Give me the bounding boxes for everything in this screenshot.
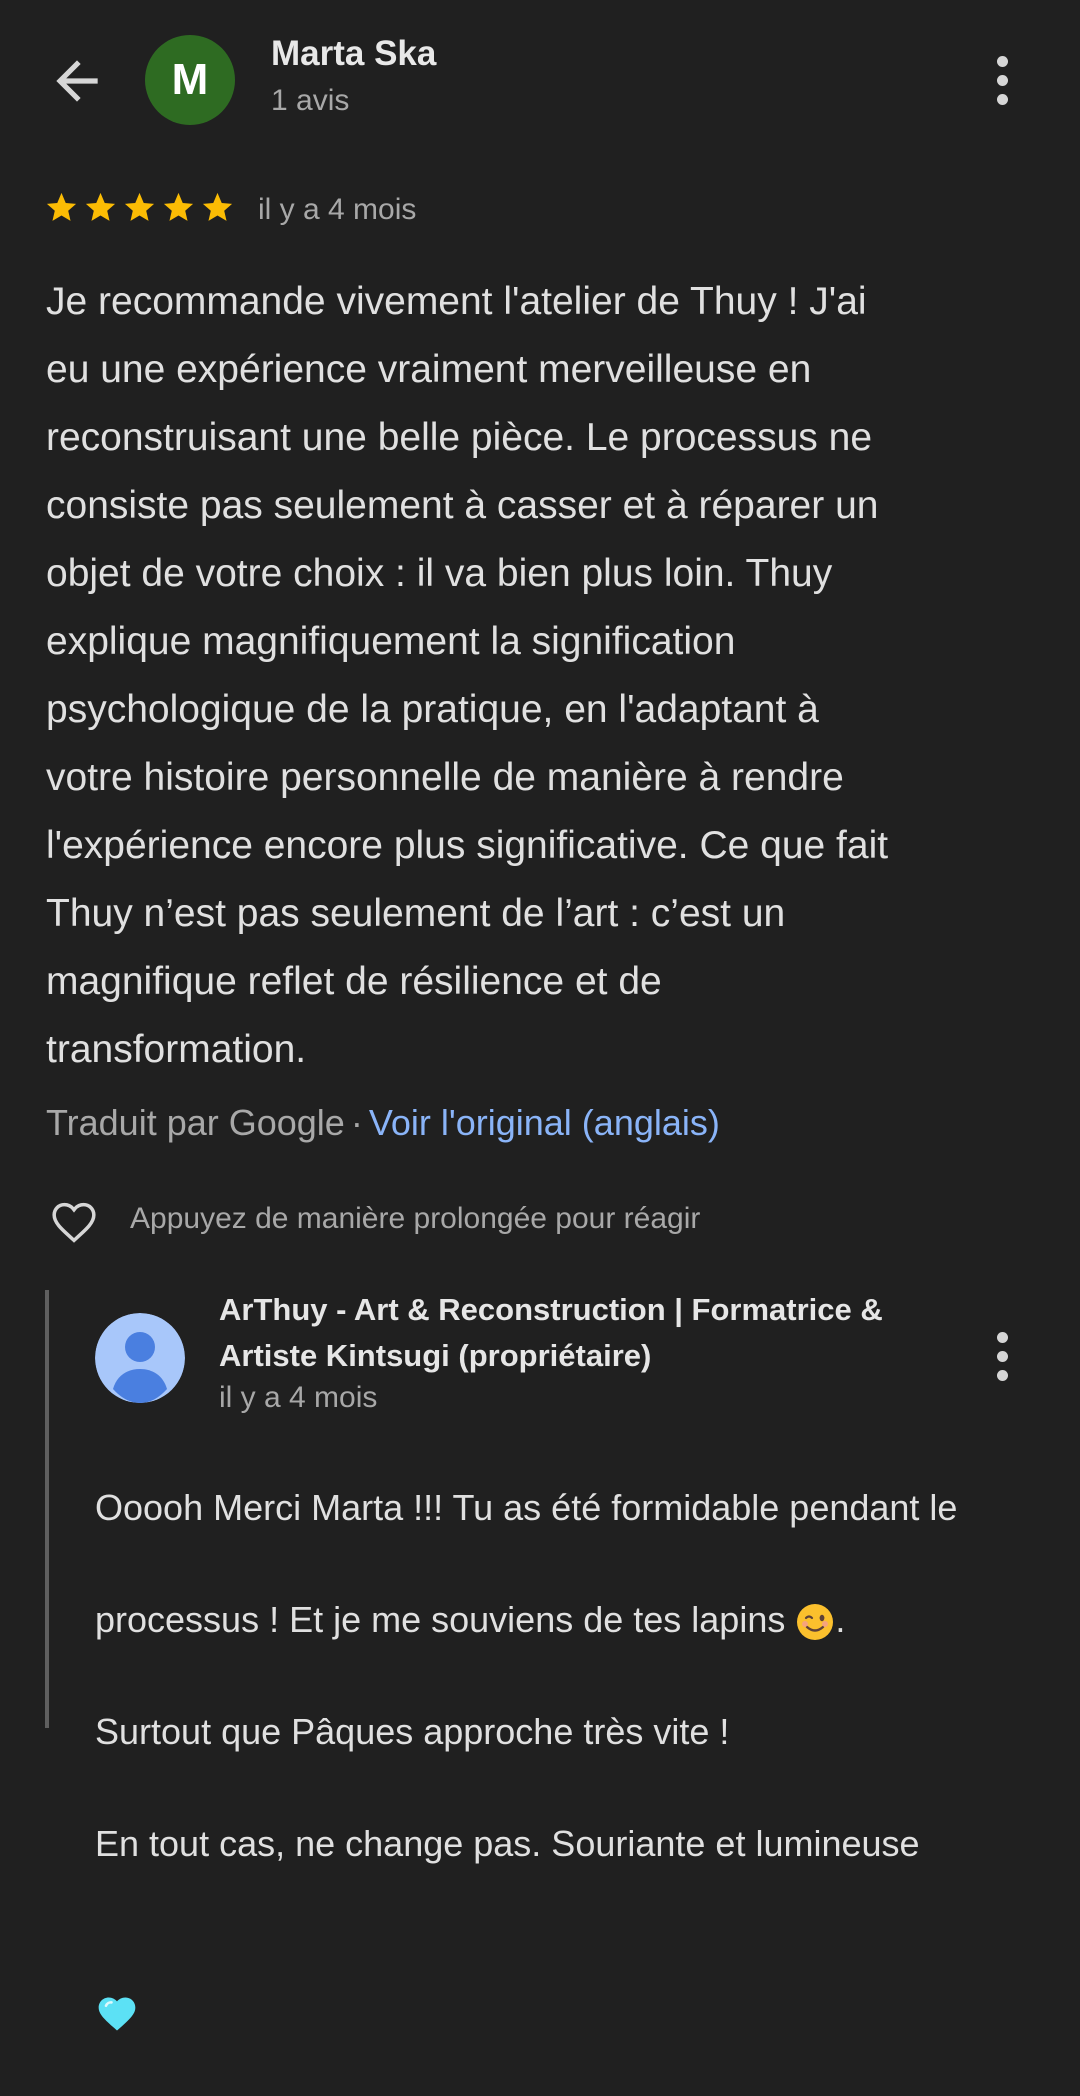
review-time: il y a 4 mois	[258, 193, 417, 226]
more-vert-icon-dot	[996, 74, 1008, 86]
view-original-link[interactable]: Voir l'original (anglais)	[369, 1102, 720, 1143]
more-vert-icon-dot	[996, 93, 1008, 105]
more-vert-icon-dot	[996, 1331, 1008, 1343]
star-icon	[85, 192, 116, 221]
more-options-button[interactable]	[982, 50, 1022, 110]
heart-outline-icon	[52, 1202, 96, 1243]
reviewer-avatar[interactable]: M	[145, 35, 235, 125]
more-vert-icon-dot	[996, 1369, 1008, 1381]
reviewer-name[interactable]: Marta Ska	[271, 34, 436, 74]
star-icon	[163, 192, 194, 221]
owner-avatar[interactable]	[95, 1313, 185, 1403]
reviewer-review-count: 1 avis	[271, 84, 350, 117]
reply-line	[95, 1928, 1055, 2040]
reply-line: En tout cas, ne change pas. Souriante et…	[95, 1823, 920, 1864]
separator-dot: ·	[350, 1102, 363, 1143]
react-button[interactable]	[44, 1193, 104, 1249]
review-text: Je recommande vivement l'atelier de Thuy…	[46, 280, 889, 1071]
reply-thread-line	[45, 1290, 49, 1728]
person-avatar-icon	[95, 1313, 185, 1403]
star-rating	[44, 190, 235, 225]
owner-reply-time: il y a 4 mois	[219, 1381, 378, 1414]
star-icon	[124, 192, 155, 221]
owner-name[interactable]: ArThuy - Art & Reconstruction | Formatri…	[219, 1287, 939, 1379]
translation-info: Traduit par Google · Voir l'original (angl…	[46, 1102, 720, 1144]
back-button[interactable]	[46, 50, 108, 112]
star-icon	[46, 192, 77, 221]
star-icon	[202, 192, 233, 221]
react-hint: Appuyez de manière prolongée pour réagir	[130, 1202, 701, 1235]
arrow-left-icon	[56, 60, 98, 102]
owner-reply-text: Ooooh Merci Marta !!! Tu as été formidab…	[95, 1424, 1055, 2096]
reply-line: Ooooh Merci Marta !!! Tu as été formidab…	[95, 1487, 958, 1528]
reply-more-options-button[interactable]	[982, 1326, 1022, 1386]
winking-face-emoji	[797, 1604, 834, 1641]
translated-by-label: Traduit par Google	[46, 1102, 345, 1143]
reply-line: processus ! Et je me souviens de tes lap…	[95, 1592, 1055, 1648]
light-blue-heart-emoji	[98, 1997, 136, 2031]
more-vert-icon-dot	[996, 1350, 1008, 1362]
reply-line: Surtout que Pâques approche très vite !	[95, 1711, 730, 1752]
more-vert-icon-dot	[996, 55, 1008, 67]
